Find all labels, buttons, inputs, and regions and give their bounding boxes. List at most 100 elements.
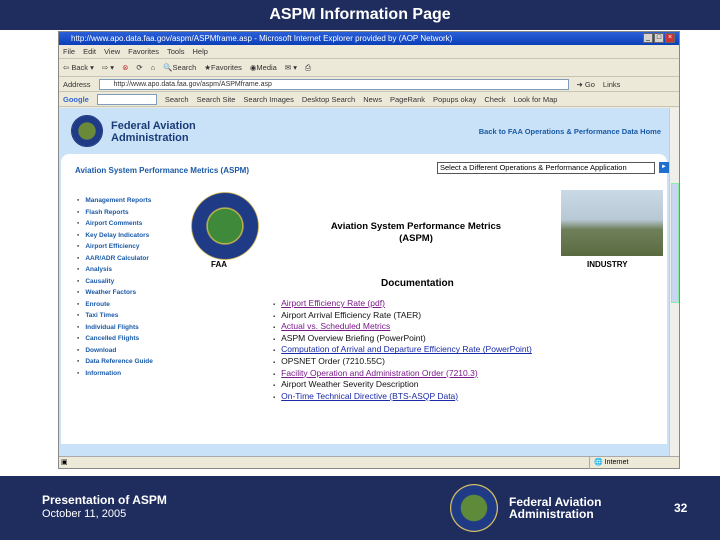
google-search-input[interactable] bbox=[96, 93, 157, 105]
doc-link[interactable]: Airport Arrival Efficiency Rate (TAER) bbox=[273, 310, 532, 322]
menu-tools[interactable]: Tools bbox=[167, 47, 185, 56]
google-news[interactable]: News bbox=[363, 95, 382, 104]
menu-favorites[interactable]: Favorites bbox=[128, 47, 159, 56]
refresh-icon[interactable]: ⟳ bbox=[136, 63, 142, 72]
nav-item[interactable]: Cancelled Flights bbox=[77, 333, 153, 345]
doc-link-text[interactable]: Actual vs. Scheduled Metrics bbox=[281, 321, 390, 331]
doc-link-text[interactable]: On-Time Technical Directive (BTS-ASQP Da… bbox=[281, 391, 458, 401]
aspm-heading[interactable]: Aviation System Performance Metrics (ASP… bbox=[75, 166, 249, 175]
menu-view[interactable]: View bbox=[104, 47, 120, 56]
address-bar: Address http://www.apo.data.faa.gov/aspm… bbox=[59, 77, 679, 92]
footer-org-line2: Administration bbox=[509, 507, 594, 521]
go-button[interactable]: ➜ Go bbox=[577, 80, 595, 89]
doc-link-text[interactable]: Airport Efficiency Rate (pdf) bbox=[281, 298, 385, 308]
faa-seal[interactable] bbox=[191, 192, 259, 260]
doc-link-text[interactable]: Facility Operation and Administration Or… bbox=[281, 368, 478, 378]
doc-link[interactable]: Actual vs. Scheduled Metrics bbox=[273, 321, 532, 333]
nav-item[interactable]: Airport Efficiency bbox=[77, 241, 153, 253]
google-search-button[interactable]: Search bbox=[165, 95, 189, 104]
industry-label: INDUSTRY bbox=[587, 260, 628, 269]
maximize-button[interactable]: □ bbox=[654, 33, 664, 43]
nav-item[interactable]: Taxi Times bbox=[77, 310, 153, 322]
links-button[interactable]: Links bbox=[603, 80, 621, 89]
scrollbar-thumb[interactable] bbox=[671, 183, 679, 303]
close-button[interactable]: × bbox=[665, 33, 675, 43]
back-label: Back bbox=[71, 63, 89, 72]
google-search-images[interactable]: Search Images bbox=[243, 95, 293, 104]
nav-item[interactable]: Weather Factors bbox=[77, 287, 153, 299]
footer-org: Federal Aviation Administration bbox=[509, 496, 601, 520]
search-button[interactable]: 🔍Search bbox=[163, 63, 196, 72]
nav-item[interactable]: Flash Reports bbox=[77, 207, 153, 219]
vertical-scrollbar[interactable] bbox=[669, 108, 679, 456]
nav-item[interactable]: Information bbox=[77, 368, 153, 380]
google-pagerank: PageRank bbox=[389, 94, 426, 104]
nav-item[interactable]: Key Delay Indicators bbox=[77, 230, 153, 242]
status-bar: ▣ 🌐 Internet bbox=[59, 456, 679, 469]
doc-link[interactable]: Airport Weather Severity Description bbox=[273, 379, 532, 391]
industry-photo[interactable] bbox=[561, 190, 663, 256]
doc-link-text[interactable]: Airport Weather Severity Description bbox=[281, 379, 418, 389]
menu-bar: File Edit View Favorites Tools Help bbox=[59, 45, 679, 59]
doc-link-text[interactable]: ASPM Overview Briefing (PowerPoint) bbox=[281, 333, 426, 343]
address-input[interactable]: http://www.apo.data.faa.gov/aspm/ASPMfra… bbox=[98, 78, 569, 90]
main-title-line1: Aviation System Performance Metrics bbox=[330, 221, 502, 232]
toolbar: ⇦ Back ▾ ⇨ ▾ ⊗ ⟳ ⌂ 🔍Search ★Favorites ◉M… bbox=[59, 59, 679, 77]
menu-file[interactable]: File bbox=[63, 47, 75, 56]
doc-link[interactable]: Airport Efficiency Rate (pdf) bbox=[273, 298, 532, 310]
doc-link-text[interactable]: OPSNET Order (7210.55C) bbox=[281, 356, 385, 366]
application-select-value: Select a Different Operations & Performa… bbox=[440, 163, 627, 172]
org-line2: Administration bbox=[111, 132, 189, 144]
nav-item[interactable]: Enroute bbox=[77, 299, 153, 311]
doc-link[interactable]: On-Time Technical Directive (BTS-ASQP Da… bbox=[273, 391, 532, 403]
doc-link-text[interactable]: Airport Arrival Efficiency Rate (TAER) bbox=[281, 310, 421, 320]
doc-link[interactable]: ASPM Overview Briefing (PowerPoint) bbox=[273, 333, 532, 345]
zone-label: Internet bbox=[604, 459, 629, 466]
slide-footer: Presentation of ASPM October 11, 2005 Fe… bbox=[0, 476, 720, 540]
minimize-button[interactable]: _ bbox=[643, 33, 653, 43]
google-search-site[interactable]: Search Site bbox=[197, 95, 236, 104]
page-number: 32 bbox=[674, 501, 688, 515]
nav-item[interactable]: Causality bbox=[77, 276, 153, 288]
forward-button[interactable]: ⇨ ▾ bbox=[102, 63, 114, 72]
page-content: Federal Aviation Administration Back to F… bbox=[59, 108, 669, 456]
app-go-button[interactable]: ► bbox=[659, 162, 669, 173]
search-label: Search bbox=[172, 63, 197, 72]
back-button[interactable]: ⇦ Back ▾ bbox=[63, 63, 94, 72]
print-icon[interactable]: ⎙ bbox=[305, 63, 311, 73]
nav-item[interactable]: Analysis bbox=[77, 264, 153, 276]
google-toolbar: Google Search Search Site Search Images … bbox=[59, 92, 679, 107]
back-home-link[interactable]: Back to FAA Operations & Performance Dat… bbox=[479, 127, 661, 136]
faa-seal-footer bbox=[450, 484, 498, 532]
google-popups[interactable]: Popups okay bbox=[433, 95, 476, 104]
google-map[interactable]: Look for Map bbox=[514, 95, 558, 104]
google-desktop-search[interactable]: Desktop Search bbox=[302, 95, 355, 104]
documentation-title: Documentation bbox=[381, 278, 454, 289]
nav-item[interactable]: Individual Flights bbox=[77, 322, 153, 334]
nav-item[interactable]: AAR/ADR Calculator bbox=[77, 253, 153, 265]
home-icon[interactable]: ⌂ bbox=[151, 63, 156, 72]
doc-link[interactable]: OPSNET Order (7210.55C) bbox=[273, 356, 532, 368]
google-logo[interactable]: Google bbox=[63, 95, 89, 104]
nav-item[interactable]: Airport Comments bbox=[77, 218, 153, 230]
menu-edit[interactable]: Edit bbox=[83, 47, 96, 56]
nav-item[interactable]: Download bbox=[77, 345, 153, 357]
browser-window: http://www.apo.data.faa.gov/aspm/ASPMfra… bbox=[58, 31, 680, 469]
menu-help[interactable]: Help bbox=[193, 47, 208, 56]
google-check[interactable]: Check bbox=[484, 95, 505, 104]
faa-logo bbox=[71, 115, 103, 147]
main-title-line2: (ASPM) bbox=[399, 233, 433, 244]
nav-item[interactable]: Management Reports bbox=[77, 195, 153, 207]
stop-icon[interactable]: ⊗ bbox=[122, 63, 128, 72]
media-button[interactable]: ◉Media bbox=[250, 63, 277, 72]
favorites-button[interactable]: ★Favorites bbox=[204, 63, 242, 72]
faa-label: FAA bbox=[211, 260, 227, 269]
internet-zone: 🌐 Internet bbox=[589, 457, 628, 469]
application-select[interactable]: Select a Different Operations & Performa… bbox=[437, 162, 655, 174]
doc-link[interactable]: Computation of Arrival and Departure Eff… bbox=[273, 344, 532, 356]
doc-link[interactable]: Facility Operation and Administration Or… bbox=[273, 368, 532, 380]
address-label: Address bbox=[63, 79, 91, 89]
mail-icon[interactable]: ✉ ▾ bbox=[285, 63, 297, 72]
nav-item[interactable]: Data Reference Guide bbox=[77, 356, 153, 368]
doc-link-text[interactable]: Computation of Arrival and Departure Eff… bbox=[281, 344, 532, 354]
